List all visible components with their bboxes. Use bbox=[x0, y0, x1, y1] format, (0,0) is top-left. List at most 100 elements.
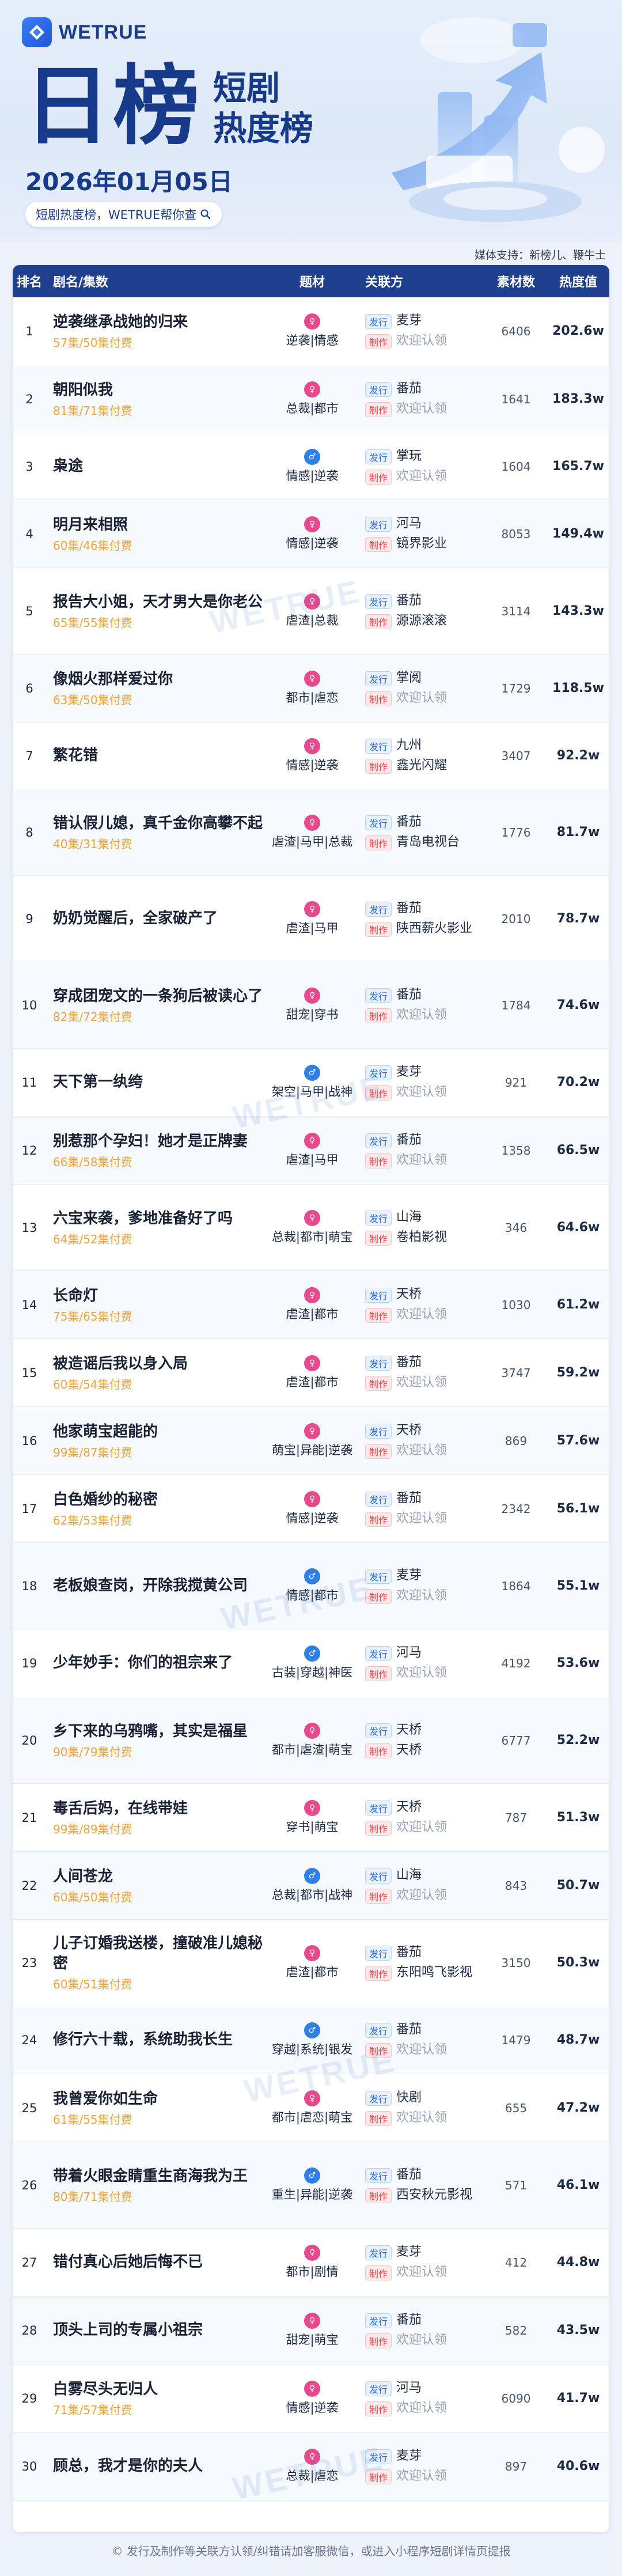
table-row[interactable]: 17 白色婚纱的秘密 62集/53集付费 ♀ 情感|逆袭 发行 番茄 制作 欢迎认领 2342 56… bbox=[13, 1475, 609, 1543]
drama-title[interactable]: 奶奶觉醒后，全家破产了 bbox=[53, 909, 263, 929]
claim-link[interactable]: 欢迎认领 bbox=[396, 1442, 483, 1459]
drama-title[interactable]: 他家萌宝超能的 bbox=[53, 1422, 263, 1442]
claim-link[interactable]: 欢迎认领 bbox=[396, 400, 483, 418]
table-row[interactable]: 12 别惹那个孕妇！她才是正牌妻 66集/58集付费 ♀ 虐渣|马甲 发行 番茄 制作 欢迎认领… bbox=[13, 1117, 609, 1185]
male-channel-icon: ♂ bbox=[304, 2022, 320, 2038]
publisher-name: 番茄 bbox=[396, 381, 422, 396]
drama-title[interactable]: 错付真心后她后悔不已 bbox=[53, 2252, 263, 2272]
claim-link[interactable]: 欢迎认领 bbox=[396, 332, 483, 350]
table-row[interactable]: 25 我曾爱你如生命 61集/55集付费 ♀ 都市|虐恋|萌宝 发行 快剧 制作 欢迎认领 655… bbox=[13, 2074, 609, 2142]
associated-parties: 发行 番茄 制作 欢迎认领 bbox=[357, 1490, 485, 1527]
drama-title[interactable]: 老板娘查岗，开除我搅黄公司 bbox=[53, 1576, 263, 1596]
table-row[interactable]: 23 儿子订婚我送楼，撞破准儿媳秘密 60集/51集付费 ♀ 虐渣|都市 发行 番茄 制作 东阳… bbox=[13, 1920, 609, 2006]
claim-link[interactable]: 欢迎认领 bbox=[396, 690, 483, 707]
table-row[interactable]: 22 人间苍龙 60集/50集付费 ♂ 总裁|都市|战神 发行 山海 制作 欢迎认领 843 50.… bbox=[13, 1852, 609, 1920]
publisher-name: 番茄 bbox=[396, 2022, 422, 2037]
claim-link[interactable]: 欢迎认领 bbox=[396, 1587, 483, 1605]
drama-title[interactable]: 顶头上司的专属小祖宗 bbox=[53, 2320, 263, 2340]
claim-link[interactable]: 欢迎认领 bbox=[396, 1819, 483, 1836]
table-row[interactable]: 15 被造谣后我以身入局 60集/54集付费 ♀ 虐渣|都市 发行 番茄 制作 欢迎认领 3747… bbox=[13, 1339, 609, 1407]
male-channel-icon: ♂ bbox=[304, 1065, 320, 1081]
table-row[interactable]: 16 他家萌宝超能的 99集/87集付费 ♀ 萌宝|异能|逆袭 发行 天桥 制作 欢迎认领 869… bbox=[13, 1407, 609, 1475]
drama-title[interactable]: 天下第一纨绔 bbox=[53, 1072, 263, 1092]
table-row[interactable]: 1 逆袭继承战她的归来 57集/50集付费 ♀ 逆袭|情感 发行 麦芽 制作 欢迎认领 6406 2… bbox=[13, 297, 609, 365]
table-row[interactable]: 24 修行六十载，系统助我长生 ♂ 穿越|系统|银发 发行 番茄 制作 欢迎认领 1479 48.… bbox=[13, 2006, 609, 2074]
drama-title[interactable]: 被造谣后我以身入局 bbox=[53, 1354, 263, 1374]
produce-badge: 制作 bbox=[365, 470, 392, 485]
table-row[interactable]: 13 六宝来袭，爹地准备好了吗 64集/52集付费 ♀ 总裁|都市|萌宝 发行 山海 制作 卷柏… bbox=[13, 1185, 609, 1271]
drama-title[interactable]: 白雾尽头无归人 bbox=[53, 2380, 263, 2400]
drama-title[interactable]: 儿子订婚我送楼，撞破准儿媳秘密 bbox=[53, 1934, 263, 1974]
table-row[interactable]: 27 错付真心后她后悔不已 ♀ 都市|剧情 发行 麦芽 制作 欢迎认领 412 44.8w bbox=[13, 2229, 609, 2297]
drama-title[interactable]: 穿成团宠文的一条狗后被读心了 bbox=[53, 986, 263, 1007]
table-row[interactable]: 11 天下第一纨绔 ♂ 架空|马甲|战神 发行 麦芽 制作 欢迎认领 921 70.2w bbox=[13, 1049, 609, 1117]
drama-title[interactable]: 别惹那个孕妇！她才是正牌妻 bbox=[53, 1132, 263, 1152]
claim-link[interactable]: 欢迎认领 bbox=[396, 2468, 483, 2485]
claim-link[interactable]: 欢迎认领 bbox=[396, 1374, 483, 1391]
drama-title[interactable]: 毒舌后妈，在线带娃 bbox=[53, 1799, 263, 1819]
claim-link[interactable]: 欢迎认领 bbox=[396, 1665, 483, 1682]
table-row[interactable]: 29 白雾尽头无归人 71集/57集付费 ♀ 情感|逆袭 发行 河马 制作 欢迎认领 6090 41… bbox=[13, 2365, 609, 2433]
claim-link[interactable]: 欢迎认领 bbox=[396, 1007, 483, 1024]
claim-link[interactable]: 欢迎认领 bbox=[396, 1887, 483, 1904]
drama-title[interactable]: 六宝来袭，爹地准备好了吗 bbox=[53, 1209, 263, 1229]
table-row[interactable]: 30 顾总，我才是你的夫人 ♀ 总裁|虐恋 发行 麦芽 制作 欢迎认领 897 40.6w bbox=[13, 2433, 609, 2501]
drama-title[interactable]: 乡下来的乌鸦嘴，其实是福星 bbox=[53, 1722, 263, 1742]
associated-parties: 发行 快剧 制作 欢迎认领 bbox=[357, 2089, 485, 2127]
drama-title[interactable]: 繁花错 bbox=[53, 746, 263, 766]
table-row[interactable]: 19 少年妙手：你们的祖宗来了 ♂ 古装|穿越|神医 发行 河马 制作 欢迎认领 4192 53.… bbox=[13, 1629, 609, 1697]
table-row[interactable]: 28 顶头上司的专属小祖宗 ♀ 甜宠|萌宝 发行 番茄 制作 欢迎认领 582 43.5w bbox=[13, 2297, 609, 2365]
episode-count: 99集/89集付费 bbox=[53, 1822, 132, 1836]
table-row[interactable]: 26 带着火眼金睛重生商海我为王 80集/71集付费 ♂ 重生|异能|逆袭 发行 番茄 制作西… bbox=[13, 2142, 609, 2229]
claim-link[interactable]: 欢迎认领 bbox=[396, 468, 483, 485]
material-count: 3747 bbox=[501, 1365, 531, 1380]
heat-value: 50.3w bbox=[556, 1955, 600, 1970]
claim-link[interactable]: 欢迎认领 bbox=[396, 2400, 483, 2417]
claim-link[interactable]: 欢迎认领 bbox=[396, 2041, 483, 2059]
drama-title[interactable]: 报告大小姐，天才男大是你老公 bbox=[53, 592, 263, 612]
drama-title[interactable]: 我曾爱你如生命 bbox=[53, 2089, 263, 2109]
table-row[interactable]: 9 奶奶觉醒后，全家破产了 ♀ 虐渣|马甲 发行 番茄 制作 陕西薪火影业 2010 78.7w bbox=[13, 876, 609, 962]
female-channel-icon: ♀ bbox=[304, 1423, 320, 1439]
drama-title[interactable]: 人间苍龙 bbox=[53, 1867, 263, 1887]
claim-link[interactable]: 欢迎认领 bbox=[396, 2264, 483, 2281]
rank-number: 7 bbox=[25, 748, 33, 763]
table-row[interactable]: 6 像烟火那样爱过你 63集/50集付费 ♀ 都市|虐恋 发行 掌阅 制作 欢迎认领 1729 11… bbox=[13, 655, 609, 723]
drama-title[interactable]: 修行六十载，系统助我长生 bbox=[53, 2030, 263, 2050]
drama-title[interactable]: 朝阳似我 bbox=[53, 380, 263, 400]
brand-name: WETRUE bbox=[59, 21, 147, 43]
drama-title[interactable]: 错认假儿媳，真千金你高攀不起 bbox=[53, 814, 263, 834]
table-row[interactable]: 14 长命灯 75集/65集付费 ♀ 虐渣|都市 发行 天桥 制作 欢迎认领 1030 61.2w bbox=[13, 1271, 609, 1339]
drama-title[interactable]: 明月来相照 bbox=[53, 515, 263, 535]
rank-number: 6 bbox=[25, 681, 33, 695]
genre-tags: 情感|逆袭 bbox=[286, 1511, 339, 1525]
drama-title[interactable]: 像烟火那样爱过你 bbox=[53, 669, 263, 690]
table-row[interactable]: 10 穿成团宠文的一条狗后被读心了 82集/72集付费 ♀ 甜宠|穿书 发行 番茄 制作 欢迎认… bbox=[13, 962, 609, 1049]
drama-title[interactable]: 枭途 bbox=[53, 456, 263, 476]
table-row[interactable]: 8 错认假儿媳，真千金你高攀不起 40集/31集付费 ♀ 虐渣|马甲|总裁 发行 番茄 制作青… bbox=[13, 789, 609, 876]
drama-title[interactable]: 逆袭继承战她的归来 bbox=[53, 312, 263, 332]
drama-title[interactable]: 带着火眼金睛重生商海我为王 bbox=[53, 2166, 263, 2187]
drama-title[interactable]: 长命灯 bbox=[53, 1286, 263, 1306]
rank-number: 24 bbox=[21, 2033, 37, 2047]
drama-title[interactable]: 少年妙手：你们的祖宗来了 bbox=[53, 1653, 263, 1673]
claim-link[interactable]: 欢迎认领 bbox=[396, 1152, 483, 1169]
table-row[interactable]: 21 毒舌后妈，在线带娃 99集/89集付费 ♀ 穿书|萌宝 发行 天桥 制作 欢迎认领 787 5… bbox=[13, 1784, 609, 1852]
drama-title[interactable]: 顾总，我才是你的夫人 bbox=[53, 2456, 263, 2476]
table-row[interactable]: 20 乡下来的乌鸦嘴，其实是福星 90集/79集付费 ♀ 都市|虐渣|萌宝 发行 天桥 制作天… bbox=[13, 1697, 609, 1784]
genre-tags: 架空|马甲|战神 bbox=[271, 1085, 353, 1099]
claim-link[interactable]: 欢迎认领 bbox=[396, 1084, 483, 1101]
table-row[interactable]: 3 枭途 ♂ 情感|逆袭 发行 掌玩 制作 欢迎认领 1604 165.7w bbox=[13, 433, 609, 500]
associated-parties: 发行 麦芽 制作 欢迎认领 bbox=[357, 1064, 485, 1101]
claim-link[interactable]: 欢迎认领 bbox=[396, 2109, 483, 2127]
claim-link[interactable]: 欢迎认领 bbox=[396, 2332, 483, 2349]
claim-link[interactable]: 欢迎认领 bbox=[396, 1510, 483, 1527]
claim-link[interactable]: 欢迎认领 bbox=[396, 1306, 483, 1323]
table-row[interactable]: 4 明月来相照 60集/46集付费 ♀ 情感|逆袭 发行 河马 制作 镜界影业 8053 149.4… bbox=[13, 500, 609, 568]
table-row[interactable]: 5 报告大小姐，天才男大是你老公 65集/55集付费 ♀ 虐渣|总裁 发行 番茄 制作 源源滚滚… bbox=[13, 568, 609, 655]
table-row[interactable]: 7 繁花错 ♀ 情感|逆袭 发行 九州 制作 鑫光闪耀 3407 92.2w bbox=[13, 723, 609, 789]
table-row[interactable]: 2 朝阳似我 81集/71集付费 ♀ 总裁|都市 发行 番茄 制作 欢迎认领 1641 183.3w bbox=[13, 365, 609, 433]
column-header-num: 素材数 bbox=[496, 275, 535, 290]
drama-title[interactable]: 白色婚纱的秘密 bbox=[53, 1490, 263, 1510]
table-row[interactable]: 18 老板娘查岗，开除我搅黄公司 ♂ 情感|都市 发行 麦芽 制作 欢迎认领 1864 55.1w bbox=[13, 1543, 609, 1629]
